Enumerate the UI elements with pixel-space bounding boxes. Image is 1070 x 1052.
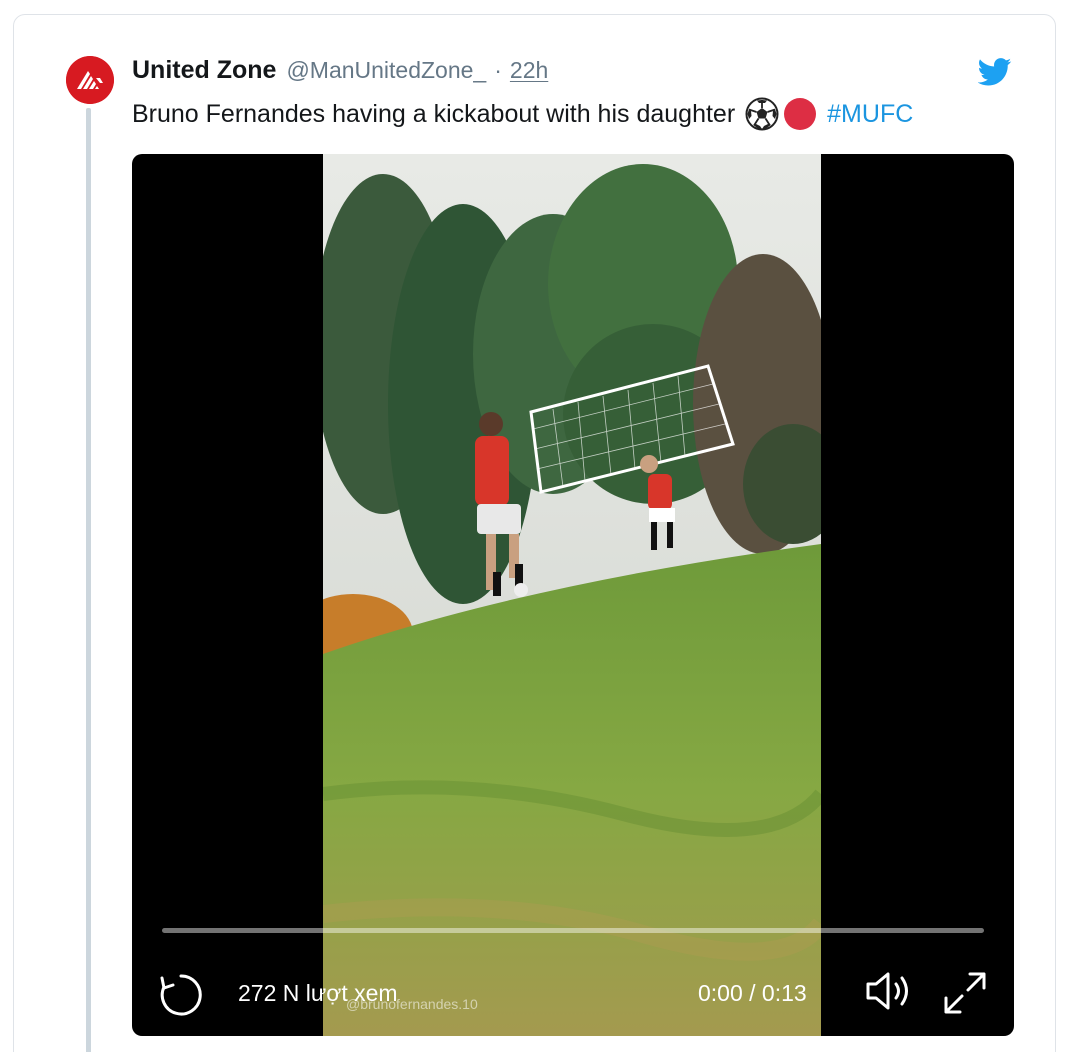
united-zone-logo-icon xyxy=(66,56,114,104)
video-watermark: @brunofernandes.10 xyxy=(346,996,478,1012)
tweet-header: United Zone @ManUnitedZone_ · 22h xyxy=(132,56,548,90)
separator-dot: · xyxy=(494,57,502,83)
display-name[interactable]: United Zone xyxy=(132,56,276,85)
avatar[interactable] xyxy=(66,56,114,104)
video-player[interactable]: 272 N lượt xem @brunofernandes.10 0:00 /… xyxy=(132,154,1014,1036)
fullscreen-icon[interactable] xyxy=(940,968,990,1018)
progress-bar[interactable] xyxy=(162,928,984,933)
red-circle-icon xyxy=(784,98,817,130)
video-frame[interactable] xyxy=(323,154,821,1036)
video-timecode: 0:00 / 0:13 xyxy=(698,980,807,1006)
hashtag-link[interactable]: #MUFC xyxy=(827,100,913,129)
twitter-bird-icon[interactable] xyxy=(978,58,1012,86)
tweet-timestamp[interactable]: 22h xyxy=(510,57,548,84)
user-handle[interactable]: @ManUnitedZone_ xyxy=(286,57,486,84)
volume-icon[interactable] xyxy=(862,966,918,1016)
soccer-ball-icon xyxy=(745,97,779,131)
tweet-body: Bruno Fernandes having a kickabout with … xyxy=(132,99,736,128)
tweet-text: Bruno Fernandes having a kickabout with … xyxy=(132,96,913,132)
thread-line xyxy=(86,108,91,1052)
video-thumbnail xyxy=(323,154,821,1036)
replay-icon[interactable] xyxy=(156,970,206,1020)
